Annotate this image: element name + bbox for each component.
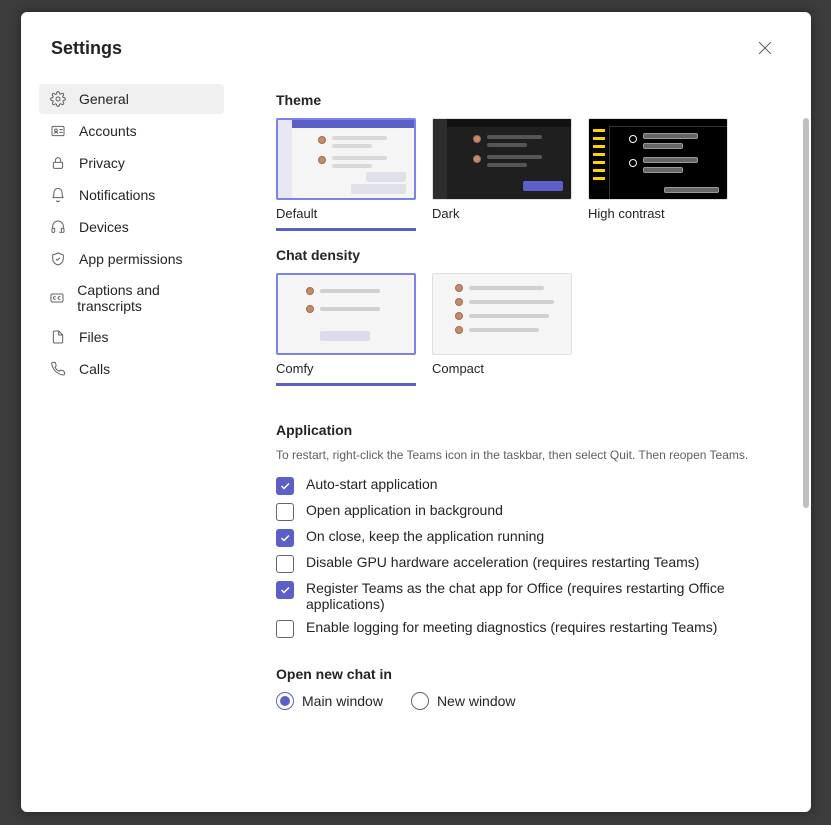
- application-option-2[interactable]: On close, keep the application running: [276, 528, 771, 547]
- sidebar-item-privacy[interactable]: Privacy: [39, 148, 224, 178]
- checkbox-label: Auto-start application: [306, 476, 438, 492]
- settings-content: Theme Default Dark: [236, 74, 811, 812]
- theme-heading: Theme: [276, 92, 771, 108]
- bell-icon: [49, 186, 67, 204]
- dialog-title: Settings: [51, 38, 122, 59]
- settings-sidebar: General Accounts Privacy Notifications Devic…: [21, 74, 236, 812]
- theme-option-dark[interactable]: Dark: [432, 118, 572, 227]
- application-heading: Application: [276, 422, 771, 438]
- sidebar-item-notifications[interactable]: Notifications: [39, 180, 224, 210]
- cc-icon: [49, 289, 65, 307]
- sidebar-item-label: App permissions: [79, 251, 183, 267]
- application-option-5[interactable]: Enable logging for meeting diagnostics (…: [276, 619, 771, 638]
- checkbox-label: On close, keep the application running: [306, 528, 544, 544]
- settings-dialog: Settings General Accounts Privacy Notificat…: [21, 12, 811, 812]
- scrollbar[interactable]: [803, 118, 809, 792]
- sidebar-item-label: General: [79, 91, 129, 107]
- radio[interactable]: [276, 692, 294, 710]
- close-button[interactable]: [749, 32, 781, 64]
- open-chat-option-0[interactable]: Main window: [276, 692, 383, 710]
- sidebar-item-accounts[interactable]: Accounts: [39, 116, 224, 146]
- application-options: Auto-start application Open application i…: [276, 476, 771, 638]
- application-option-3[interactable]: Disable GPU hardware acceleration (requi…: [276, 554, 771, 573]
- sidebar-item-label: Accounts: [79, 123, 137, 139]
- application-hint: To restart, right-click the Teams icon i…: [276, 448, 771, 462]
- checkbox[interactable]: [276, 529, 294, 547]
- application-option-0[interactable]: Auto-start application: [276, 476, 771, 495]
- checkbox-label: Open application in background: [306, 502, 503, 518]
- scrollbar-thumb[interactable]: [803, 118, 809, 508]
- application-option-1[interactable]: Open application in background: [276, 502, 771, 521]
- shield-icon: [49, 250, 67, 268]
- checkbox[interactable]: [276, 477, 294, 495]
- theme-option-label: High contrast: [588, 206, 728, 227]
- sidebar-item-app-permissions[interactable]: App permissions: [39, 244, 224, 274]
- application-option-4[interactable]: Register Teams as the chat app for Offic…: [276, 580, 771, 612]
- theme-option-label: Dark: [432, 206, 572, 227]
- sidebar-item-label: Calls: [79, 361, 110, 377]
- open-chat-option-1[interactable]: New window: [411, 692, 516, 710]
- id-card-icon: [49, 122, 67, 140]
- checkbox[interactable]: [276, 555, 294, 573]
- density-option-compact[interactable]: Compact: [432, 273, 572, 382]
- sidebar-item-label: Files: [79, 329, 109, 345]
- radio[interactable]: [411, 692, 429, 710]
- density-option-label: Comfy: [276, 361, 416, 382]
- density-heading: Chat density: [276, 247, 771, 263]
- density-option-comfy[interactable]: Comfy: [276, 273, 416, 382]
- sidebar-item-label: Privacy: [79, 155, 125, 171]
- radio-label: New window: [437, 693, 516, 709]
- phone-icon: [49, 360, 67, 378]
- file-icon: [49, 328, 67, 346]
- sidebar-item-label: Devices: [79, 219, 129, 235]
- close-icon: [758, 41, 772, 55]
- sidebar-item-captions-and-transcripts[interactable]: Captions and transcripts: [39, 276, 224, 320]
- theme-option-label: Default: [276, 206, 416, 227]
- radio-label: Main window: [302, 693, 383, 709]
- checkbox[interactable]: [276, 581, 294, 599]
- sidebar-item-general[interactable]: General: [39, 84, 224, 114]
- open-chat-options: Main window New window: [276, 692, 771, 710]
- density-options: Comfy Compact: [276, 273, 771, 382]
- sidebar-item-calls[interactable]: Calls: [39, 354, 224, 384]
- gear-icon: [49, 90, 67, 108]
- checkbox-label: Disable GPU hardware acceleration (requi…: [306, 554, 699, 570]
- checkbox[interactable]: [276, 620, 294, 638]
- open-chat-heading: Open new chat in: [276, 666, 771, 682]
- sidebar-item-devices[interactable]: Devices: [39, 212, 224, 242]
- dialog-header: Settings: [21, 12, 811, 74]
- checkbox-label: Enable logging for meeting diagnostics (…: [306, 619, 717, 635]
- checkbox-label: Register Teams as the chat app for Offic…: [306, 580, 771, 612]
- sidebar-item-label: Captions and transcripts: [77, 282, 214, 314]
- sidebar-item-label: Notifications: [79, 187, 155, 203]
- theme-option-high[interactable]: High contrast: [588, 118, 728, 227]
- lock-icon: [49, 154, 67, 172]
- theme-option-default[interactable]: Default: [276, 118, 416, 227]
- headset-icon: [49, 218, 67, 236]
- checkbox[interactable]: [276, 503, 294, 521]
- density-option-label: Compact: [432, 361, 572, 382]
- theme-options: Default Dark High contrast: [276, 118, 771, 227]
- dialog-body: General Accounts Privacy Notifications Devic…: [21, 74, 811, 812]
- sidebar-item-files[interactable]: Files: [39, 322, 224, 352]
